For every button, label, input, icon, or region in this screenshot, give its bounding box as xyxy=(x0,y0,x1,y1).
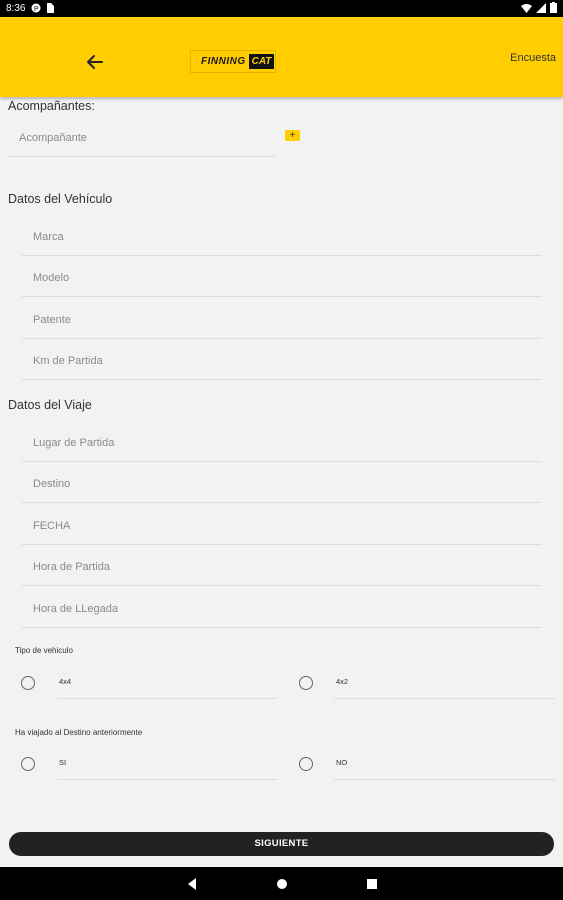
siguiente-button[interactable]: SIGUIENTE xyxy=(9,832,554,856)
nav-home-icon[interactable] xyxy=(274,876,290,892)
radio-4x2[interactable] xyxy=(299,676,313,690)
app-bar: FINNING CAT Encuesta xyxy=(0,17,563,97)
viajado-label: Ha viajado al Destino anteriormente xyxy=(15,728,143,737)
logo-text: FINNING xyxy=(201,56,246,67)
fecha-field[interactable] xyxy=(22,507,542,545)
acompanantes-title: Acompañantes: xyxy=(8,99,95,113)
hora-llegada-field[interactable] xyxy=(22,590,542,628)
patente-input[interactable] xyxy=(22,301,542,338)
add-acompanante-button[interactable]: + xyxy=(285,130,300,141)
modelo-field[interactable] xyxy=(22,259,542,297)
signal-icon xyxy=(536,2,546,13)
viaje-title: Datos del Viaje xyxy=(8,398,92,412)
app-notification-icon: P xyxy=(31,3,41,13)
acompanante-input[interactable] xyxy=(8,119,276,156)
marca-input[interactable] xyxy=(22,218,542,255)
option-no[interactable]: NO xyxy=(334,756,555,780)
hora-llegada-input[interactable] xyxy=(22,590,542,627)
wifi-icon xyxy=(521,3,532,13)
option-no-label: NO xyxy=(336,758,348,767)
patente-field[interactable] xyxy=(22,301,542,339)
logo-badge: CAT xyxy=(248,54,275,69)
marca-field[interactable] xyxy=(22,218,542,256)
radio-no[interactable] xyxy=(299,757,313,771)
option-4x2-label: 4x2 xyxy=(336,677,349,686)
hora-partida-input[interactable] xyxy=(22,548,542,585)
tipo-vehiculo-label: Tipo de vehiculo xyxy=(15,646,73,655)
encuesta-button[interactable]: Encuesta xyxy=(510,52,556,64)
nav-back-icon[interactable] xyxy=(184,876,200,892)
finning-cat-logo: FINNING CAT xyxy=(190,50,276,73)
acompanante-field[interactable] xyxy=(8,119,276,157)
nav-recents-icon[interactable] xyxy=(364,876,380,892)
back-arrow-icon[interactable] xyxy=(84,51,106,73)
option-4x4[interactable]: 4x4 xyxy=(57,675,277,699)
option-si[interactable]: SI xyxy=(57,756,277,780)
radio-si[interactable] xyxy=(21,757,35,771)
battery-icon xyxy=(550,2,557,13)
vehiculo-title: Datos del Vehículo xyxy=(8,192,113,206)
status-bar: 8:36 P xyxy=(0,0,563,17)
lugar-partida-input[interactable] xyxy=(22,424,542,461)
fecha-input[interactable] xyxy=(22,507,542,544)
option-4x2[interactable]: 4x2 xyxy=(334,675,555,699)
destino-input[interactable] xyxy=(22,465,542,502)
radio-4x4[interactable] xyxy=(21,676,35,690)
option-4x4-label: 4x4 xyxy=(59,677,72,686)
svg-text:P: P xyxy=(34,6,39,13)
hora-partida-field[interactable] xyxy=(22,548,542,586)
sim-card-icon xyxy=(47,3,54,13)
option-si-label: SI xyxy=(59,758,67,767)
navigation-bar xyxy=(0,867,563,900)
destino-field[interactable] xyxy=(22,465,542,503)
status-time: 8:36 xyxy=(6,3,26,14)
modelo-input[interactable] xyxy=(22,259,542,296)
km-partida-field[interactable] xyxy=(22,342,542,380)
lugar-partida-field[interactable] xyxy=(22,424,542,462)
km-partida-input[interactable] xyxy=(22,342,542,379)
